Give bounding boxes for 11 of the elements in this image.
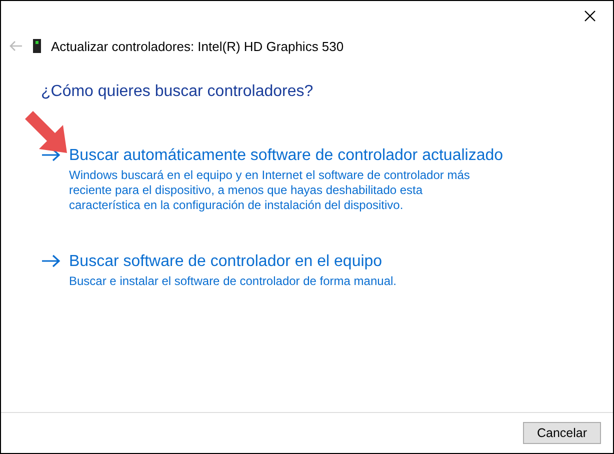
option-description: Buscar e instalar el software de controlador de forma manual. xyxy=(69,274,398,289)
option-description: Windows buscará en el equipo y en Internet el software de controlador más reciente para el dispositivo, a menos que hayas deshabilitado esta característica en la configuración de instalación del dispositivo. xyxy=(69,168,471,213)
option-link[interactable]: Buscar automáticamente software de controlador actualizado xyxy=(69,147,504,164)
device-icon xyxy=(33,39,41,53)
cancel-button[interactable]: Cancelar xyxy=(523,422,601,444)
close-icon xyxy=(584,10,596,22)
option-link[interactable]: Buscar software de controlador en el equipo xyxy=(69,253,382,270)
arrow-icon xyxy=(41,254,61,268)
arrow-icon xyxy=(41,148,61,162)
page-heading: ¿Cómo quieres buscar controladores? xyxy=(41,83,314,101)
window-title: Actualizar controladores: Intel(R) HD Graphics 530 xyxy=(51,38,344,54)
